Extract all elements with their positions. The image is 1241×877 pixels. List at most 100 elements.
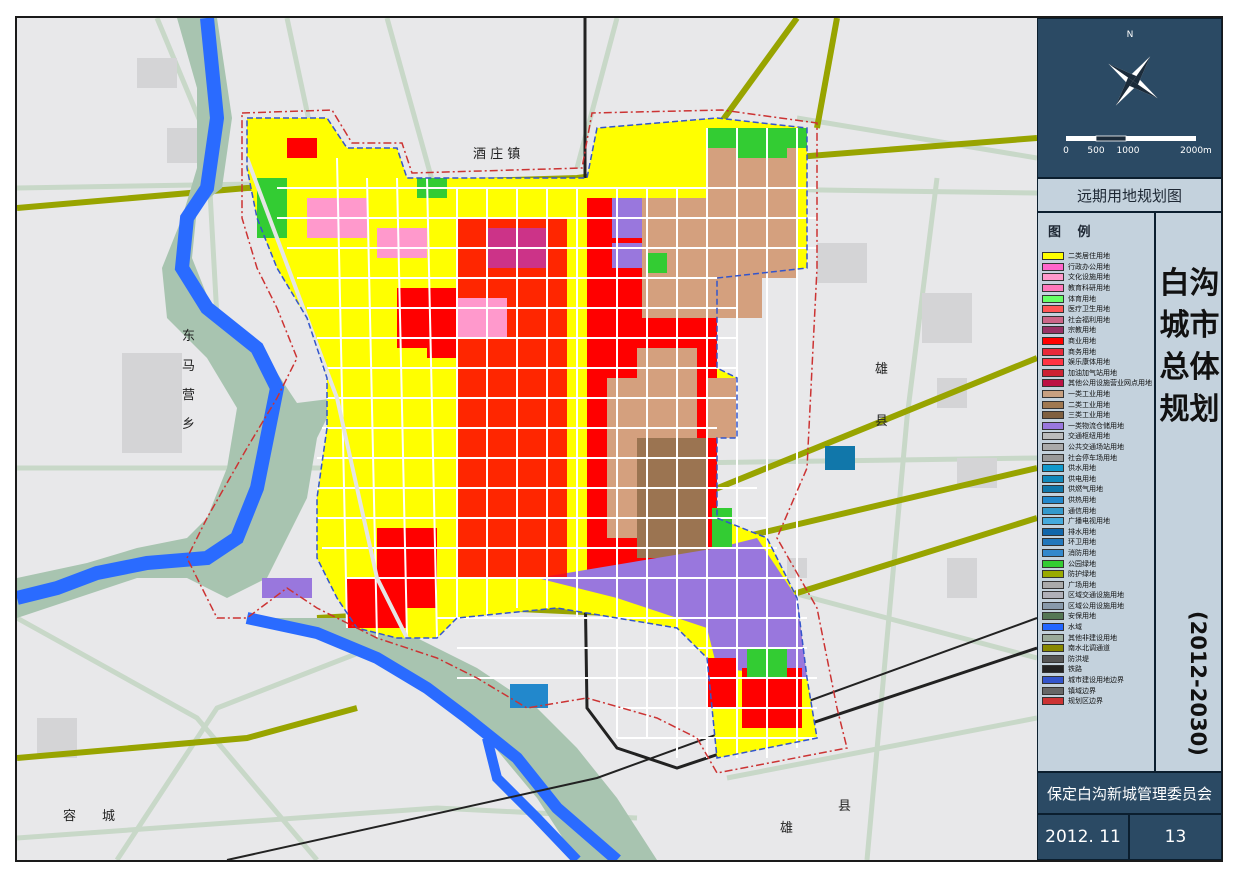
legend-item: 广播电视用地: [1038, 516, 1156, 527]
legend-item: 其他公用设施营业网点用地: [1038, 378, 1156, 389]
legend-label: 城市建设用地边界: [1068, 676, 1124, 685]
legend-item: 防护绿地: [1038, 569, 1156, 580]
legend-swatch: [1042, 252, 1064, 261]
place-label-dongma-1: 东: [182, 329, 196, 344]
legend-item: 娱乐康体用地: [1038, 357, 1156, 368]
legend-item: 广场用地: [1038, 579, 1156, 590]
legend-label: 公共交通场站用地: [1068, 442, 1124, 451]
legend-item: 商业用地: [1038, 336, 1156, 347]
legend-label: 教育科研用地: [1068, 284, 1110, 293]
scale-bar: [1066, 135, 1196, 142]
scale-label-500: 500: [1087, 146, 1104, 156]
place-label-dongma-4: 乡: [182, 417, 196, 432]
scale-label-0: 0: [1063, 146, 1069, 156]
legend-label: 交通枢纽用地: [1068, 432, 1110, 441]
legend-item: 公共交通场站用地: [1038, 442, 1156, 453]
place-label-xiong-bottom-2: 县: [838, 799, 852, 814]
legend-label: 一类物流仓储用地: [1068, 421, 1124, 430]
legend-swatch: [1042, 538, 1064, 547]
north-arrow-icon: [1108, 56, 1158, 106]
plan-title-box: 白沟城市总体规划 (2012-2030): [1155, 212, 1222, 772]
legend-label: 体育用地: [1068, 294, 1096, 303]
legend-swatch: [1042, 400, 1064, 409]
legend-item: 安保用地: [1038, 611, 1156, 622]
legend-swatch: [1042, 697, 1064, 706]
legend-label: 环卫用地: [1068, 538, 1096, 547]
place-label-dongma-2: 马: [182, 359, 196, 374]
legend-label: 宗教用地: [1068, 326, 1096, 335]
legend-swatch: [1042, 315, 1064, 324]
legend-label: 防洪堤: [1068, 654, 1089, 663]
legend-label: 一类工业用地: [1068, 390, 1110, 399]
legend-label: 娱乐康体用地: [1068, 358, 1110, 367]
legend-swatch: [1042, 464, 1064, 473]
legend-item: 教育科研用地: [1038, 283, 1156, 294]
legend-label: 三类工业用地: [1068, 411, 1110, 420]
legend-label: 供电用地: [1068, 474, 1096, 483]
legend-label: 区域交通设施用地: [1068, 591, 1124, 600]
legend-item: 供热用地: [1038, 495, 1156, 506]
legend-label: 区域公用设施用地: [1068, 601, 1124, 610]
legend-item: 社会福利用地: [1038, 315, 1156, 326]
legend-swatch: [1042, 305, 1064, 314]
legend-label: 防护绿地: [1068, 570, 1096, 579]
plan-title: 白沟城市总体规划: [1159, 266, 1220, 427]
legend-item: 水域: [1038, 622, 1156, 633]
legend-item: 区域公用设施用地: [1038, 601, 1156, 612]
legend-label: 供燃气用地: [1068, 485, 1103, 494]
legend-label: 镇域边界: [1068, 686, 1096, 695]
legend-item: 铁路: [1038, 664, 1156, 675]
legend-swatch: [1042, 411, 1064, 420]
legend-swatch: [1042, 548, 1064, 557]
legend-swatch: [1042, 676, 1064, 685]
legend-item: 其他非建设用地: [1038, 632, 1156, 643]
legend-item: 行政办公用地: [1038, 262, 1156, 273]
legend-item: 医疗卫生用地: [1038, 304, 1156, 315]
legend-swatch: [1042, 442, 1064, 451]
legend-swatch: [1042, 432, 1064, 441]
legend-swatch: [1042, 570, 1064, 579]
legend-label: 加油加气站用地: [1068, 368, 1117, 377]
legend-swatch: [1042, 337, 1064, 346]
organization-name: 保定白沟新城管理委员会: [1037, 772, 1222, 814]
legend-label: 安保用地: [1068, 612, 1096, 621]
legend-swatch: [1042, 368, 1064, 377]
legend-swatch: [1042, 506, 1064, 515]
legend-label: 南水北调通道: [1068, 644, 1110, 653]
issue-date: 2012. 11: [1037, 814, 1129, 860]
legend-swatch: [1042, 390, 1064, 399]
north-label: N: [1127, 30, 1134, 40]
legend-item: 规划区边界: [1038, 696, 1156, 707]
legend-label: 行政办公用地: [1068, 262, 1110, 271]
legend-swatch: [1042, 294, 1064, 303]
place-label-rong-2: 城: [102, 809, 116, 824]
land-use-map[interactable]: [17, 18, 1037, 860]
legend-swatch: [1042, 421, 1064, 430]
legend-item: 供电用地: [1038, 473, 1156, 484]
legend-swatch: [1042, 623, 1064, 632]
legend-label: 广场用地: [1068, 580, 1096, 589]
legend-list: 二类居住用地 行政办公用地 文化设施用地 教育科研用地 体育用地 医疗卫生用地 社会福利用地…: [1038, 251, 1156, 707]
legend-swatch: [1042, 654, 1064, 663]
legend-item: 文化设施用地: [1038, 272, 1156, 283]
page-number: 13: [1129, 814, 1222, 860]
legend-label: 供水用地: [1068, 464, 1096, 473]
legend-swatch: [1042, 559, 1064, 568]
legend-swatch: [1042, 644, 1064, 653]
legend-label: 医疗卫生用地: [1068, 305, 1110, 314]
legend-label: 广播电视用地: [1068, 517, 1110, 526]
legend-label: 公园绿地: [1068, 559, 1096, 568]
legend-swatch: [1042, 580, 1064, 589]
legend-item: 宗教用地: [1038, 325, 1156, 336]
legend-item: 交通枢纽用地: [1038, 431, 1156, 442]
legend-item: 公园绿地: [1038, 558, 1156, 569]
compass-and-scale: N 0 500 1000 2000m: [1063, 30, 1212, 156]
legend-swatch: [1042, 273, 1064, 282]
legend-item: 一类物流仓储用地: [1038, 421, 1156, 432]
legend-label: 通信用地: [1068, 506, 1096, 515]
compass-box: N 0 500 1000 2000m: [1037, 18, 1222, 178]
legend-swatch: [1042, 633, 1064, 642]
legend-label: 其他公用设施营业网点用地: [1068, 379, 1152, 388]
legend-item: 供水用地: [1038, 463, 1156, 474]
map-title: 远期用地规划图: [1037, 178, 1222, 212]
